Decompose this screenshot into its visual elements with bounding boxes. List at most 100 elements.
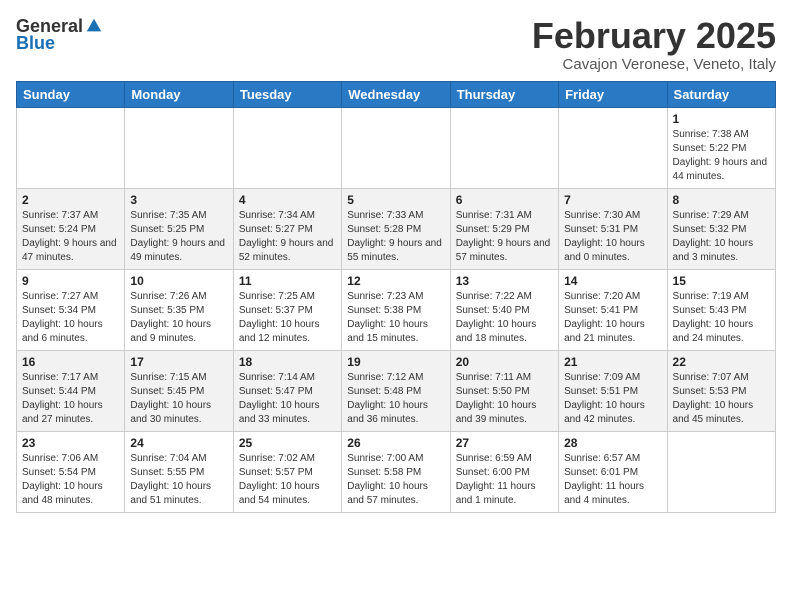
day-info: Sunrise: 7:30 AM Sunset: 5:31 PM Dayligh… xyxy=(564,209,661,265)
day-number: 5 xyxy=(347,193,444,207)
day-number: 14 xyxy=(564,274,661,288)
calendar-week-row: 23 Sunrise: 7:06 AM Sunset: 5:54 PM Dayli… xyxy=(17,431,776,512)
calendar-cell: 12 Sunrise: 7:23 AM Sunset: 5:38 PM Dayli… xyxy=(342,269,450,350)
calendar-week-row: 9 Sunrise: 7:27 AM Sunset: 5:34 PM Daylig… xyxy=(17,269,776,350)
calendar-cell: 10 Sunrise: 7:26 AM Sunset: 5:35 PM Dayli… xyxy=(125,269,233,350)
day-info: Sunrise: 6:59 AM Sunset: 6:00 PM Dayligh… xyxy=(456,452,553,508)
day-number: 24 xyxy=(130,436,227,450)
day-info: Sunrise: 7:33 AM Sunset: 5:28 PM Dayligh… xyxy=(347,209,444,265)
day-info: Sunrise: 7:37 AM Sunset: 5:24 PM Dayligh… xyxy=(22,209,119,265)
day-info: Sunrise: 7:34 AM Sunset: 5:27 PM Dayligh… xyxy=(239,209,336,265)
day-number: 23 xyxy=(22,436,119,450)
day-number: 27 xyxy=(456,436,553,450)
calendar-cell: 24 Sunrise: 7:04 AM Sunset: 5:55 PM Dayli… xyxy=(125,431,233,512)
day-number: 25 xyxy=(239,436,336,450)
day-info: Sunrise: 7:22 AM Sunset: 5:40 PM Dayligh… xyxy=(456,290,553,346)
logo-blue-text: Blue xyxy=(16,33,55,54)
calendar-cell: 20 Sunrise: 7:11 AM Sunset: 5:50 PM Dayli… xyxy=(450,350,558,431)
day-number: 15 xyxy=(673,274,770,288)
day-info: Sunrise: 7:20 AM Sunset: 5:41 PM Dayligh… xyxy=(564,290,661,346)
day-number: 8 xyxy=(673,193,770,207)
calendar-cell: 17 Sunrise: 7:15 AM Sunset: 5:45 PM Dayli… xyxy=(125,350,233,431)
title-block: February 2025 Cavajon Veronese, Veneto, … xyxy=(532,16,776,73)
day-number: 18 xyxy=(239,355,336,369)
day-number: 17 xyxy=(130,355,227,369)
calendar-header-monday: Monday xyxy=(125,81,233,107)
calendar-cell xyxy=(125,107,233,188)
calendar-header-tuesday: Tuesday xyxy=(233,81,341,107)
day-info: Sunrise: 7:26 AM Sunset: 5:35 PM Dayligh… xyxy=(130,290,227,346)
day-number: 12 xyxy=(347,274,444,288)
calendar-cell: 14 Sunrise: 7:20 AM Sunset: 5:41 PM Dayli… xyxy=(559,269,667,350)
day-info: Sunrise: 7:15 AM Sunset: 5:45 PM Dayligh… xyxy=(130,371,227,427)
day-number: 10 xyxy=(130,274,227,288)
calendar-cell: 3Sunrise: 7:35 AM Sunset: 5:25 PM Daylig… xyxy=(125,188,233,269)
day-number: 9 xyxy=(22,274,119,288)
calendar-table: SundayMondayTuesdayWednesdayThursdayFrid… xyxy=(16,81,776,513)
day-number: 16 xyxy=(22,355,119,369)
day-info: Sunrise: 7:06 AM Sunset: 5:54 PM Dayligh… xyxy=(22,452,119,508)
day-number: 7 xyxy=(564,193,661,207)
day-number: 28 xyxy=(564,436,661,450)
calendar-cell xyxy=(233,107,341,188)
calendar-week-row: 16 Sunrise: 7:17 AM Sunset: 5:44 PM Dayli… xyxy=(17,350,776,431)
header: General Blue February 2025 Cavajon Veron… xyxy=(16,16,776,73)
day-info: Sunrise: 7:38 AM Sunset: 5:22 PM Dayligh… xyxy=(673,128,770,184)
calendar-cell: 5 Sunrise: 7:33 AM Sunset: 5:28 PM Daylig… xyxy=(342,188,450,269)
calendar-cell: 28 Sunrise: 6:57 AM Sunset: 6:01 PM Dayli… xyxy=(559,431,667,512)
day-info: Sunrise: 7:27 AM Sunset: 5:34 PM Dayligh… xyxy=(22,290,119,346)
calendar-header-friday: Friday xyxy=(559,81,667,107)
month-year-title: February 2025 xyxy=(532,16,776,56)
calendar-header-wednesday: Wednesday xyxy=(342,81,450,107)
day-info: Sunrise: 7:11 AM Sunset: 5:50 PM Dayligh… xyxy=(456,371,553,427)
calendar-cell: 6 Sunrise: 7:31 AM Sunset: 5:29 PM Daylig… xyxy=(450,188,558,269)
day-info: Sunrise: 7:19 AM Sunset: 5:43 PM Dayligh… xyxy=(673,290,770,346)
location-subtitle: Cavajon Veronese, Veneto, Italy xyxy=(532,56,776,73)
day-info: Sunrise: 7:31 AM Sunset: 5:29 PM Dayligh… xyxy=(456,209,553,265)
day-number: 26 xyxy=(347,436,444,450)
calendar-cell: 7 Sunrise: 7:30 AM Sunset: 5:31 PM Daylig… xyxy=(559,188,667,269)
calendar-cell xyxy=(667,431,775,512)
calendar-week-row: 2 Sunrise: 7:37 AM Sunset: 5:24 PM Daylig… xyxy=(17,188,776,269)
day-info: Sunrise: 7:07 AM Sunset: 5:53 PM Dayligh… xyxy=(673,371,770,427)
calendar-cell xyxy=(450,107,558,188)
calendar-week-row: 1 Sunrise: 7:38 AM Sunset: 5:22 PM Daylig… xyxy=(17,107,776,188)
day-number: 6 xyxy=(456,193,553,207)
day-info: Sunrise: 7:29 AM Sunset: 5:32 PM Dayligh… xyxy=(673,209,770,265)
day-info: Sunrise: 7:09 AM Sunset: 5:51 PM Dayligh… xyxy=(564,371,661,427)
calendar-cell xyxy=(17,107,125,188)
calendar-cell: 16 Sunrise: 7:17 AM Sunset: 5:44 PM Dayli… xyxy=(17,350,125,431)
day-info: Sunrise: 7:35 AM Sunset: 5:25 PM Dayligh… xyxy=(130,209,227,265)
calendar-cell: 19Sunrise: 7:12 AM Sunset: 5:48 PM Dayli… xyxy=(342,350,450,431)
logo-triangle-icon xyxy=(85,17,103,35)
calendar-cell: 4Sunrise: 7:34 AM Sunset: 5:27 PM Daylig… xyxy=(233,188,341,269)
day-info: Sunrise: 7:17 AM Sunset: 5:44 PM Dayligh… xyxy=(22,371,119,427)
calendar-cell: 23 Sunrise: 7:06 AM Sunset: 5:54 PM Dayli… xyxy=(17,431,125,512)
calendar-cell: 2 Sunrise: 7:37 AM Sunset: 5:24 PM Daylig… xyxy=(17,188,125,269)
calendar-cell: 9 Sunrise: 7:27 AM Sunset: 5:34 PM Daylig… xyxy=(17,269,125,350)
day-number: 13 xyxy=(456,274,553,288)
day-info: Sunrise: 6:57 AM Sunset: 6:01 PM Dayligh… xyxy=(564,452,661,508)
calendar-cell: 25 Sunrise: 7:02 AM Sunset: 5:57 PM Dayli… xyxy=(233,431,341,512)
calendar-cell: 13 Sunrise: 7:22 AM Sunset: 5:40 PM Dayli… xyxy=(450,269,558,350)
day-number: 11 xyxy=(239,274,336,288)
calendar-header-sunday: Sunday xyxy=(17,81,125,107)
calendar-cell: 15 Sunrise: 7:19 AM Sunset: 5:43 PM Dayli… xyxy=(667,269,775,350)
day-number: 1 xyxy=(673,112,770,126)
day-number: 19 xyxy=(347,355,444,369)
day-number: 2 xyxy=(22,193,119,207)
calendar-cell: 22 Sunrise: 7:07 AM Sunset: 5:53 PM Dayli… xyxy=(667,350,775,431)
calendar-header-row: SundayMondayTuesdayWednesdayThursdayFrid… xyxy=(17,81,776,107)
day-info: Sunrise: 7:23 AM Sunset: 5:38 PM Dayligh… xyxy=(347,290,444,346)
day-info: Sunrise: 7:02 AM Sunset: 5:57 PM Dayligh… xyxy=(239,452,336,508)
calendar-cell: 1 Sunrise: 7:38 AM Sunset: 5:22 PM Daylig… xyxy=(667,107,775,188)
logo: General Blue xyxy=(16,16,103,54)
day-number: 20 xyxy=(456,355,553,369)
day-number: 22 xyxy=(673,355,770,369)
calendar-cell: 27 Sunrise: 6:59 AM Sunset: 6:00 PM Dayli… xyxy=(450,431,558,512)
day-info: Sunrise: 7:04 AM Sunset: 5:55 PM Dayligh… xyxy=(130,452,227,508)
day-info: Sunrise: 7:25 AM Sunset: 5:37 PM Dayligh… xyxy=(239,290,336,346)
calendar-cell: 21Sunrise: 7:09 AM Sunset: 5:51 PM Dayli… xyxy=(559,350,667,431)
calendar-cell xyxy=(559,107,667,188)
day-info: Sunrise: 7:14 AM Sunset: 5:47 PM Dayligh… xyxy=(239,371,336,427)
